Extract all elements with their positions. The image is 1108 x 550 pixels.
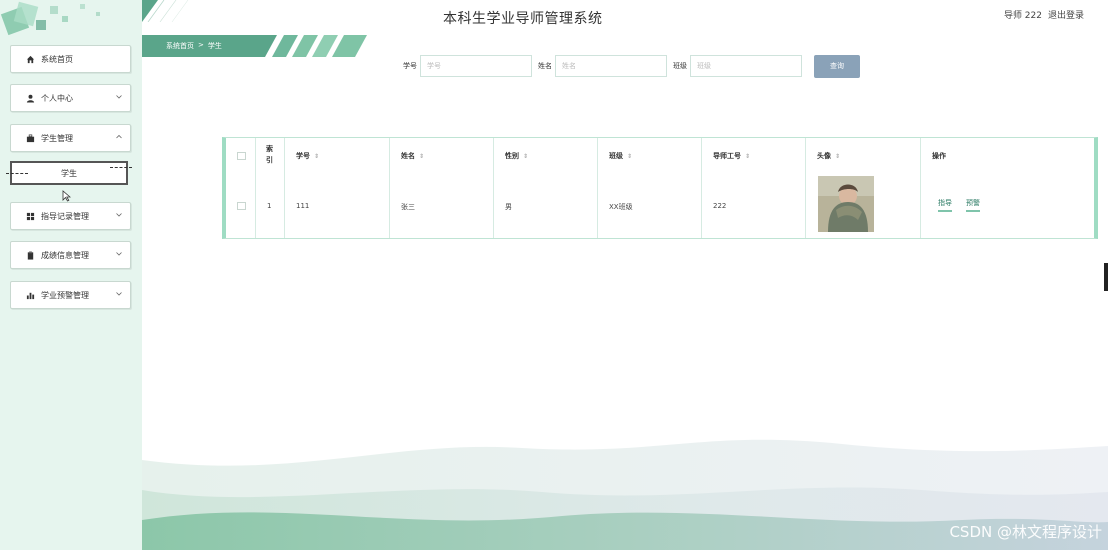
sidebar-item-personal-center[interactable]: 个人中心 xyxy=(10,84,131,112)
sort-icon[interactable]: ⇕ xyxy=(523,153,528,160)
column-name: 姓名 ⇕ 张三 xyxy=(390,138,494,238)
column-index: 索引 1 xyxy=(256,138,285,238)
chevron-down-icon xyxy=(116,213,122,217)
search-bar: 学号 学号 姓名 姓名 班级 班级 查询 xyxy=(403,54,860,78)
chevron-down-icon xyxy=(116,252,122,256)
person-icon xyxy=(25,93,35,103)
guide-button[interactable]: 指导 xyxy=(938,198,952,212)
drag-guide-right xyxy=(110,167,132,168)
cell-gender: 男 xyxy=(505,203,512,211)
header-avatar[interactable]: 头像 ⇕ xyxy=(817,151,840,161)
sidebar-item-label: 成绩信息管理 xyxy=(41,250,89,260)
home-icon xyxy=(25,54,35,64)
chevron-down-icon xyxy=(116,292,122,296)
column-actions: 操作 指导 预警 xyxy=(921,138,1094,238)
sort-icon[interactable]: ⇕ xyxy=(745,153,750,160)
row-checkbox[interactable] xyxy=(237,202,246,210)
sidebar-subitem-student[interactable]: 学生 xyxy=(6,161,132,185)
header-gender[interactable]: 性别 ⇕ xyxy=(505,151,528,161)
warning-button[interactable]: 预警 xyxy=(966,198,980,212)
student-id-input[interactable]: 学号 xyxy=(420,55,532,77)
header-label: 头像 xyxy=(817,152,831,160)
header-class[interactable]: 班级 ⇕ xyxy=(609,151,632,161)
chevron-up-icon xyxy=(116,134,122,139)
sidebar-item-label: 学业预警管理 xyxy=(41,290,89,300)
name-input[interactable]: 姓名 xyxy=(555,55,667,77)
select-all-checkbox[interactable] xyxy=(237,152,246,160)
name-label: 姓名 xyxy=(538,62,552,70)
clipboard-icon xyxy=(25,250,35,260)
sort-icon[interactable]: ⇕ xyxy=(419,153,424,160)
student-id-label: 学号 xyxy=(403,62,417,70)
user-area: 导师 222 退出登录 xyxy=(1004,8,1084,21)
sidebar-item-guidance-records[interactable]: 指导记录管理 xyxy=(10,202,131,230)
header-name[interactable]: 姓名 ⇕ xyxy=(401,151,424,161)
header-label: 性别 xyxy=(505,152,519,160)
header-label: 学号 xyxy=(296,152,310,160)
breadcrumb: 系统首页 > 学生 xyxy=(142,35,367,57)
search-button[interactable]: 查询 xyxy=(814,54,860,78)
briefcase-icon xyxy=(25,133,35,143)
sort-icon[interactable]: ⇕ xyxy=(627,153,632,160)
bar-chart-icon xyxy=(25,290,35,300)
sidebar-item-label: 学生 xyxy=(61,168,77,178)
student-avatar-image xyxy=(818,176,874,232)
cell-name: 张三 xyxy=(401,203,415,211)
breadcrumb-text: 系统首页 > 学生 xyxy=(166,41,222,51)
breadcrumb-current: 学生 xyxy=(207,42,222,50)
column-class: 班级 ⇕ XX班级 xyxy=(598,138,702,238)
class-input[interactable]: 班级 xyxy=(690,55,802,77)
header-actions: 操作 xyxy=(932,152,946,160)
column-teacher-id: 导师工号 ⇕ 222 xyxy=(702,138,806,238)
logout-link[interactable]: 退出登录 xyxy=(1048,8,1084,21)
breadcrumb-home[interactable]: 系统首页 xyxy=(166,41,194,51)
scrollbar-handle[interactable] xyxy=(1104,263,1108,291)
header-index: 索引 xyxy=(266,145,273,164)
header-label: 班级 xyxy=(609,152,623,160)
sort-icon[interactable]: ⇕ xyxy=(835,153,840,160)
sidebar-item-home[interactable]: 系统首页 xyxy=(10,45,131,73)
page-title: 本科生学业导师管理系统 xyxy=(443,11,603,27)
column-gender: 性别 ⇕ 男 xyxy=(494,138,598,238)
column-avatar: 头像 ⇕ xyxy=(806,138,921,238)
column-student-id: 学号 ⇕ 111 xyxy=(285,138,390,238)
current-user-label: 导师 222 xyxy=(1003,11,1042,21)
column-checkbox xyxy=(226,138,256,238)
header-label: 导师工号 xyxy=(713,152,741,160)
class-label: 班级 xyxy=(673,62,687,70)
sidebar-item-label: 个人中心 xyxy=(41,93,73,103)
sidebar-item-academic-warning[interactable]: 学业预警管理 xyxy=(10,281,131,309)
header-decoration xyxy=(142,0,189,22)
chevron-down-icon xyxy=(116,95,122,99)
sidebar-decoration xyxy=(0,0,142,48)
sidebar: 系统首页 个人中心 学生管理 学生 指导记录管理 成绩信息管理 学业预警管理 xyxy=(0,0,142,550)
sidebar-item-label: 系统首页 xyxy=(41,54,73,64)
sort-icon[interactable]: ⇕ xyxy=(314,153,319,160)
cell-student-id: 111 xyxy=(296,202,310,210)
cell-class: XX班级 xyxy=(609,203,633,211)
sidebar-item-grade-info[interactable]: 成绩信息管理 xyxy=(10,241,131,269)
sidebar-item-label: 学生管理 xyxy=(41,133,73,143)
header-student-id[interactable]: 学号 ⇕ xyxy=(296,151,319,161)
grid-icon xyxy=(25,211,35,221)
drag-guide-left xyxy=(6,173,28,174)
header-teacher-id[interactable]: 导师工号 ⇕ xyxy=(713,151,750,161)
header-label: 姓名 xyxy=(401,152,415,160)
cell-index: 1 xyxy=(267,202,272,210)
sidebar-item-label: 指导记录管理 xyxy=(41,211,89,221)
watermark: CSDN @林文程序设计 xyxy=(949,523,1102,541)
mouse-cursor-icon xyxy=(62,190,71,202)
sidebar-item-student-management[interactable]: 学生管理 xyxy=(10,124,131,152)
cell-teacher-id: 222 xyxy=(713,202,727,210)
students-table: 索引 1 学号 ⇕ 111 姓名 ⇕ 张三 性别 ⇕ 男 班级 ⇕ XX班级 导… xyxy=(222,137,1098,239)
breadcrumb-separator: > xyxy=(198,41,204,49)
